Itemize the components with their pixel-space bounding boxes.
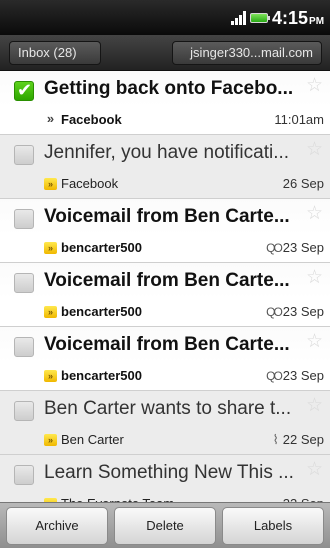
clock: 4:15PM <box>272 8 325 28</box>
sender-line: » bencarter500 QO 23 Sep <box>44 239 324 259</box>
select-checkbox[interactable] <box>14 80 34 101</box>
message-date-wrap: QO 23 Sep <box>266 368 324 383</box>
select-checkbox[interactable] <box>14 465 34 485</box>
message-date-wrap: ⌇ 22 Sep <box>272 432 324 448</box>
message-sender: bencarter500 <box>61 304 142 319</box>
account-selector[interactable]: jsinger330...mail.com <box>172 41 322 65</box>
message-date-wrap: 11:01am <box>274 112 324 127</box>
message-subject: Voicemail from Ben Carte... <box>44 206 290 227</box>
message-date-wrap: QO 23 Sep <box>266 240 324 255</box>
voicemail-icon: QO <box>266 369 283 383</box>
message-subject: Voicemail from Ben Carte... <box>44 270 290 291</box>
message-sender: bencarter500 <box>61 368 142 383</box>
star-icon[interactable]: ☆ <box>306 330 323 352</box>
voicemail-icon: QO <box>266 305 283 319</box>
sender-line: » bencarter500 QO 23 Sep <box>44 303 324 323</box>
labels-button[interactable]: Labels <box>222 507 324 545</box>
message-date: 26 Sep <box>282 176 324 191</box>
label-tag-icon: » <box>44 178 57 190</box>
select-checkbox[interactable] <box>14 273 34 293</box>
select-checkbox[interactable] <box>14 145 34 165</box>
delete-button[interactable]: Delete <box>114 507 216 545</box>
star-icon[interactable]: ☆ <box>306 202 323 224</box>
message-date: 23 Sep <box>282 304 324 319</box>
star-icon[interactable]: ☆ <box>306 266 323 288</box>
label-tag-icon: » <box>44 242 57 254</box>
label-tag-icon: » <box>44 434 57 446</box>
label-tag-icon: » <box>46 111 55 126</box>
message-date-wrap: 26 Sep <box>283 176 324 191</box>
action-bar: Archive Delete Labels <box>0 502 330 548</box>
star-icon[interactable]: ☆ <box>306 138 323 160</box>
star-icon[interactable]: ☆ <box>306 394 323 416</box>
sender-line: »The Evernote Team22 Sep <box>44 495 324 502</box>
message-date: 23 Sep <box>282 368 324 383</box>
mail-header: Inbox (28) jsinger330...mail.com <box>0 35 330 71</box>
sender-line: » bencarter500 QO 23 Sep <box>44 367 324 387</box>
message-subject: Jennifer, you have notificati... <box>44 142 290 163</box>
message-sender: Facebook <box>61 176 119 191</box>
message-date: 23 Sep <box>282 240 324 255</box>
label-tag-icon: » <box>44 306 57 318</box>
message-row[interactable]: Learn Something New This ... -... ☆ »The E… <box>0 455 330 502</box>
select-checkbox[interactable] <box>14 401 34 421</box>
message-list[interactable]: Getting back onto Facebo... ☆ » Facebook 11:… <box>0 71 330 502</box>
star-icon[interactable]: ☆ <box>306 458 323 480</box>
message-subject: Ben Carter wants to share t... -... <box>44 398 294 419</box>
inbox-selector[interactable]: Inbox (28) <box>9 41 101 65</box>
sender-line: » Facebook 26 Sep <box>44 175 324 195</box>
sender-line: » Facebook 11:01am <box>44 111 324 131</box>
star-icon[interactable]: ☆ <box>306 74 323 96</box>
message-row[interactable]: Jennifer, you have notificati... ☆ » Facebo… <box>0 135 330 199</box>
archive-button[interactable]: Archive <box>6 507 108 545</box>
message-date: 11:01am <box>274 112 324 127</box>
message-date-wrap: QO 23 Sep <box>266 304 324 319</box>
select-checkbox[interactable] <box>14 209 34 229</box>
label-tag-icon: » <box>44 370 57 382</box>
voicemail-icon: QO <box>266 241 283 255</box>
message-subject: Learn Something New This ... -... <box>44 462 294 483</box>
message-date: 22 Sep <box>282 432 324 447</box>
battery-icon <box>250 13 270 23</box>
message-subject: Voicemail from Ben Carte... <box>44 334 290 355</box>
message-subject: Getting back onto Facebo... <box>44 78 294 99</box>
signal-icon <box>231 11 247 25</box>
message-sender: bencarter500 <box>61 240 142 255</box>
message-row[interactable]: Voicemail from Ben Carte... ☆ » bencarter50… <box>0 327 330 391</box>
sender-line: » Ben Carter ⌇ 22 Sep <box>44 431 324 451</box>
message-row[interactable]: Ben Carter wants to share t... -... ☆ » Ben… <box>0 391 330 455</box>
message-row[interactable]: Voicemail from Ben Carte... ☆ » bencarter50… <box>0 199 330 263</box>
message-row[interactable]: Voicemail from Ben Carte... ☆ » bencarter50… <box>0 263 330 327</box>
message-sender: Facebook <box>61 112 122 127</box>
message-sender: Ben Carter <box>61 432 124 447</box>
select-checkbox[interactable] <box>14 337 34 357</box>
message-row[interactable]: Getting back onto Facebo... ☆ » Facebook 11:… <box>0 71 330 135</box>
paperclip-icon: ⌇ <box>272 433 279 448</box>
status-bar: 4:15PM <box>0 0 330 35</box>
